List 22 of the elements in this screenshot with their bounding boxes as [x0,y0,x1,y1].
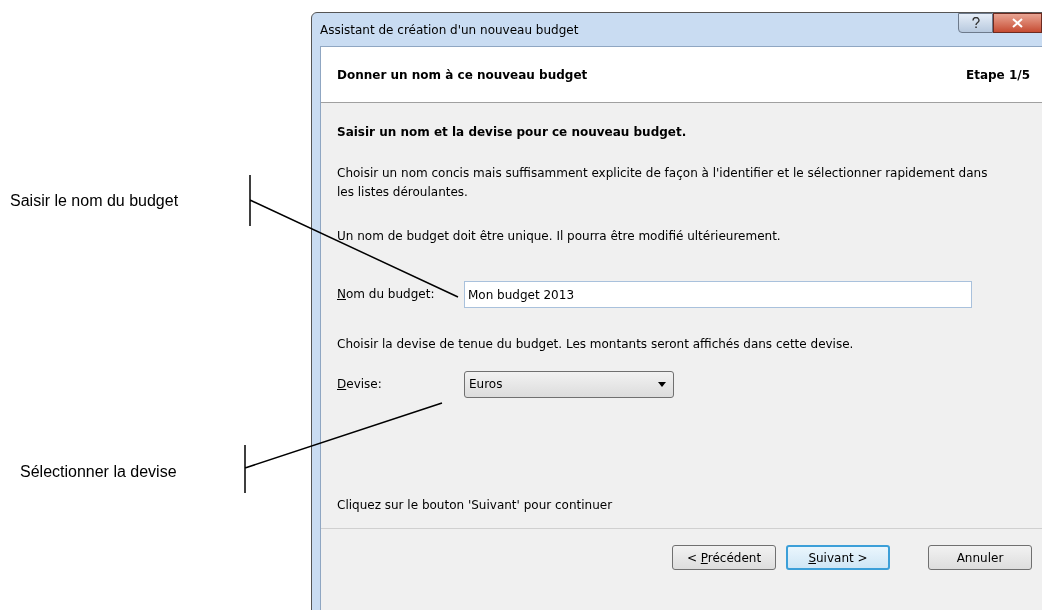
step-title: Donner un nom à ce nouveau budget [337,66,588,84]
description-text: Un nom de budget doit être unique. Il pourra être modifié ultérieurement. [337,228,782,245]
window-title: Assistant de création d'un nouveau budget [320,21,579,39]
step-counter: Etape 1/5 [965,66,1030,84]
hint-text: Cliquez sur le bouton 'Suivant' pour continuer [337,497,614,514]
close-button[interactable] [993,13,1042,33]
currency-dropdown[interactable]: Euros [464,371,674,398]
budget-name-field[interactable]: Mon budget 2013 [464,281,972,308]
dialog-button[interactable]: < Précédent [672,545,776,570]
description-text: Choisir un nom concis mais suffisamment explicite de façon à l'identifier et le sélectionner rapidement dans les listes déroulantes. [337,165,989,201]
section-heading: Saisir un nom et la devise pour ce nouveau budget. [337,124,688,141]
dialog-button[interactable]: Suivant > [786,545,890,570]
annotation-label: Saisir le nom du budget [10,191,179,211]
question-mark-icon [971,17,980,29]
help-button[interactable] [958,13,993,33]
field-label: Nom du budget: [337,286,436,303]
description-text: Choisir la devise de tenue du budget. Les montants seront affichés dans cette devise. [337,336,855,353]
annotation-label: Sélectionner la devise [20,462,177,482]
dropdown-arrow-icon [658,382,666,387]
field-label: Devise: [337,376,383,393]
dialog-button[interactable]: Annuler [928,545,1032,570]
close-icon [1012,18,1023,28]
